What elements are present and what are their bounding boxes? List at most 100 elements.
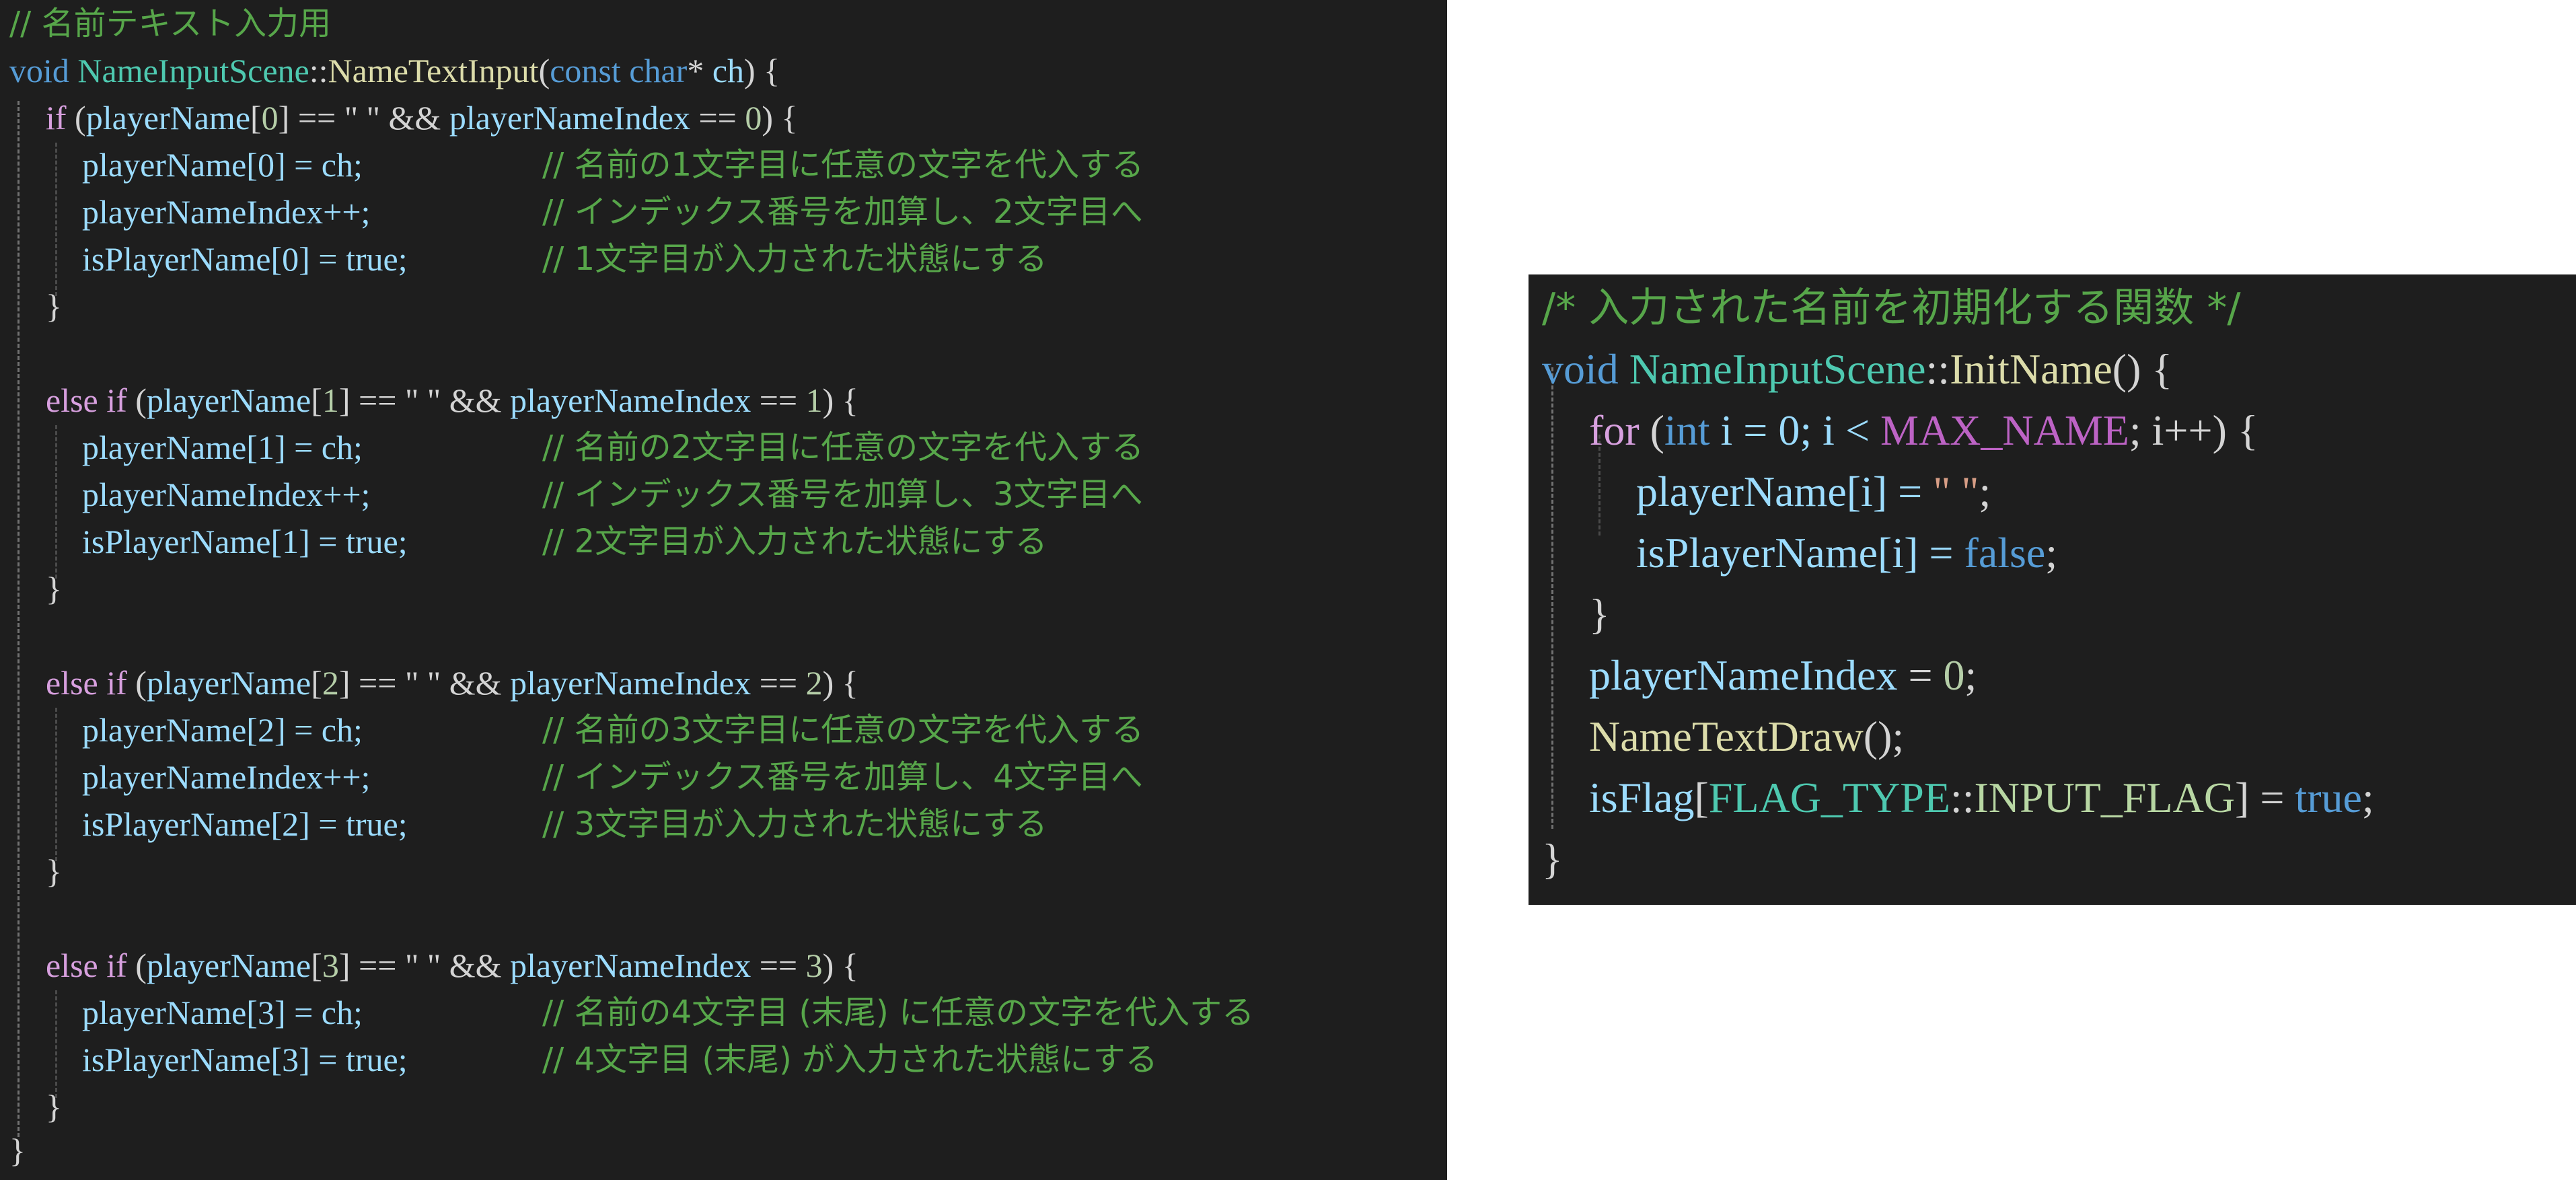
function-close-brace: } xyxy=(1542,835,1563,883)
condition-open: ( xyxy=(126,947,147,984)
condition-close: ) { xyxy=(822,664,858,702)
condition-close: ) { xyxy=(822,381,858,419)
class-name: NameInputScene xyxy=(77,52,309,89)
code-statement: playerName[1] = ch; xyxy=(82,429,363,466)
control-keyword: else if xyxy=(46,381,127,419)
statement-end: ; xyxy=(1964,651,1977,699)
compare-value: 1 xyxy=(805,381,823,419)
indent-guide-function xyxy=(1551,367,1553,829)
code-statement: isPlayerName[2] = true; xyxy=(82,805,408,843)
code-statement: isPlayerName[0] = true; xyxy=(82,240,408,278)
indent-guide-if-block-2 xyxy=(55,425,57,579)
loop-statement: playerName[i] = " "; xyxy=(1636,466,1991,517)
statement-end: ; xyxy=(2045,529,2058,577)
indent-guide-function xyxy=(17,101,20,1137)
inline-comment: // 名前の4文字目 (末尾) に任意の文字を代入する xyxy=(542,994,1255,1031)
array-index: 0 xyxy=(261,99,279,137)
else-if-condition-line: else if (playerName[1] == " " && playerN… xyxy=(46,381,858,419)
flag-assignment-statement: isFlag[FLAG_TYPE::INPUT_FLAG] = true; xyxy=(1589,772,2374,823)
scope-operator: :: xyxy=(309,52,328,89)
array-name: playerName xyxy=(146,664,311,702)
indent-guide-if-block-4 xyxy=(55,990,57,1098)
header-comment: /* 入力された名前を初期化する関数 */ xyxy=(1542,285,2241,332)
return-type: void xyxy=(9,52,69,89)
inline-comment: // 名前の3文字目に任意の文字を代入する xyxy=(542,711,1144,749)
bracket-open: [ xyxy=(1694,774,1709,821)
function-signature: void NameInputScene::InitName() { xyxy=(1542,344,2172,395)
code-statement: playerNameIndex++; xyxy=(82,758,371,796)
if-condition-line: if (playerName[0] == " " && playerNameIn… xyxy=(46,99,798,137)
compare-value: 0 xyxy=(745,99,762,137)
flag-array: isFlag xyxy=(1589,774,1695,821)
array-name: playerName xyxy=(146,947,311,984)
array-index: 1 xyxy=(322,381,339,419)
macro-constant: MAX_NAME xyxy=(1880,406,2129,454)
array-name: playerName xyxy=(146,381,311,419)
enum-value: INPUT_FLAG xyxy=(1974,774,2236,821)
compare-operator: == xyxy=(751,381,806,419)
assign-operator: = xyxy=(1897,651,1944,699)
open-paren: ( xyxy=(538,52,550,89)
loop-init: i = 0; i < xyxy=(1709,406,1881,454)
array-index: 3 xyxy=(322,947,339,984)
call-tail: (); xyxy=(1863,712,1905,760)
param-pointer: * xyxy=(687,52,704,89)
control-keyword: else if xyxy=(46,664,127,702)
code-statement: isPlayerName[1] = true; xyxy=(82,523,408,560)
function-signature: void NameInputScene::NameTextInput(const… xyxy=(9,50,780,91)
code-statement: isPlayerName[3] = true; xyxy=(82,1041,408,1078)
code-statement: playerNameIndex++; xyxy=(82,193,371,231)
block-close-brace: } xyxy=(46,852,62,890)
inline-comment: // 名前の1文字目に任意の文字を代入する xyxy=(542,146,1144,184)
indent-guide-if-block-1 xyxy=(55,143,57,296)
code-editor-panel-init-name: /* 入力された名前を初期化する関数 */ void NameInputScen… xyxy=(1529,274,2576,905)
string-literal: " " xyxy=(1933,468,1979,515)
loop-statement: isPlayerName[i] = false; xyxy=(1636,527,2057,579)
return-type: void xyxy=(1542,345,1619,393)
control-keyword: else if xyxy=(46,947,127,984)
for-loop-line: for (int i = 0; i < MAX_NAME; i++) { xyxy=(1589,405,2258,456)
index-variable: playerNameIndex xyxy=(510,381,751,419)
code-statement: playerName[3] = ch; xyxy=(82,994,363,1031)
compare-tail: ] == " " && xyxy=(338,664,511,702)
function-name: NameTextInput xyxy=(328,52,539,89)
for-rest: ; i++) { xyxy=(2129,406,2258,454)
assignment-lhs: playerName[i] = xyxy=(1636,468,1934,515)
array-name: playerName xyxy=(85,99,251,137)
inline-comment: // インデックス番号を加算し、2文字目へ xyxy=(542,193,1143,231)
compare-operator: == xyxy=(751,947,806,984)
indent-guide-if-block-3 xyxy=(55,708,57,861)
index-variable: playerNameIndex xyxy=(449,99,690,137)
param-qualifier: const xyxy=(550,52,621,89)
number-literal: 0 xyxy=(1943,651,1965,699)
draw-call-statement: NameTextDraw(); xyxy=(1589,711,1904,762)
inline-comment: // 名前の2文字目に任意の文字を代入する xyxy=(542,429,1144,466)
class-name: NameInputScene xyxy=(1629,345,1926,393)
code-statement: playerName[0] = ch; xyxy=(82,146,363,184)
param-type: char xyxy=(629,52,688,89)
function-name: InitName xyxy=(1950,345,2112,393)
inline-comment: // インデックス番号を加算し、3文字目へ xyxy=(542,476,1143,513)
condition-open: ( xyxy=(126,664,147,702)
else-if-condition-line: else if (playerName[3] == " " && playerN… xyxy=(46,947,858,984)
for-open: ( xyxy=(1639,406,1664,454)
param-name: ch xyxy=(712,52,745,89)
code-statement: playerName[2] = ch; xyxy=(82,711,363,749)
compare-value: 3 xyxy=(805,947,823,984)
scope-operator: :: xyxy=(1950,774,1975,821)
compare-tail: ] == " " && xyxy=(278,99,449,137)
inline-comment: // 1文字目が入力された状態にする xyxy=(542,240,1047,278)
inline-comment: // 4文字目 (末尾) が入力された状態にする xyxy=(542,1041,1158,1078)
header-comment: // 名前テキスト入力用 xyxy=(9,5,332,42)
block-close-brace: } xyxy=(46,570,62,607)
condition-close: ) { xyxy=(762,99,798,137)
block-close-brace: } xyxy=(46,1088,62,1126)
function-close-brace: } xyxy=(9,1132,26,1169)
code-statement: playerNameIndex++; xyxy=(82,476,371,513)
index-variable: playerNameIndex xyxy=(1589,651,1898,699)
bool-literal: false xyxy=(1964,529,2046,577)
compare-tail: ] == " " && xyxy=(338,381,511,419)
index-variable: playerNameIndex xyxy=(510,947,751,984)
bracket-close-assign: ] = xyxy=(2235,774,2295,821)
control-keyword: for xyxy=(1589,406,1640,454)
